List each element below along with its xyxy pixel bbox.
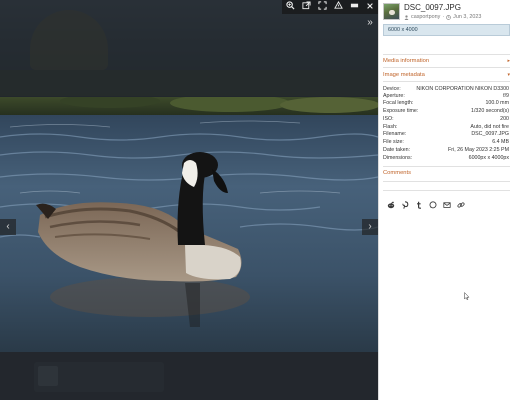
email-share-button[interactable] [442,201,451,210]
divider [383,166,510,167]
tag-icon [333,0,343,9]
reddit-share-button[interactable] [386,201,395,210]
media-information-toggle[interactable]: Media information ▸ [383,56,510,66]
media-thumbnail[interactable] [383,3,400,20]
share-buttons [386,201,465,210]
metadata-label: Date taken: [383,147,411,153]
metadata-label: Aperture: [383,93,405,99]
metadata-row: Focal length: 100.0 mm [383,100,509,107]
metadata-label: Focal length: [383,100,414,106]
metadata-row: Exposure time: 1/320 second(s) [383,108,509,115]
section-label: Comments [383,170,412,176]
image-metadata-toggle[interactable]: Image metadata ▾ [383,70,510,80]
media-title[interactable]: DSC_0097.JPG [404,3,461,12]
divider [383,54,510,55]
metadata-row: Date taken: Fri, 26 May 2023 2:25 PM [383,147,509,154]
comments-section[interactable]: Comments [383,168,510,178]
external-link-icon [301,1,311,10]
metadata-row: Flash: Auto, did not fire [383,124,509,131]
metadata-label: ISO: [383,116,394,122]
zoom-in-icon [285,1,295,10]
reddit-icon [387,201,394,209]
goose-photo [0,97,378,352]
media-author[interactable]: casportpony [411,14,440,20]
metadata-value: 6000px x 4000px [468,155,509,161]
metadata-value: 6.4 MB [492,139,509,145]
metadata-value: DSC_0097.JPG [471,131,509,137]
media-date: Jun 3, 2023 [453,14,482,20]
caret-right-icon: ▸ [507,58,510,64]
metadata-row: ISO: 200 [383,116,509,123]
tumblr-share-button[interactable] [414,201,423,210]
fullscreen-icon [317,1,327,10]
metadata-label: Filename: [383,131,407,137]
copy-link-button[interactable] [456,201,465,210]
media-byline: casportpony · Jun 3, 2023 [404,14,481,20]
metadata-value: NIKON CORPORATION NIKON D3300 [416,86,509,92]
link-icon [456,202,465,208]
pinterest-share-button[interactable] [400,201,409,210]
toggle-sidebar-button[interactable]: » [364,17,376,29]
divider [383,81,510,82]
tag-button[interactable] [330,0,346,14]
metadata-value: f/9 [503,93,509,99]
caret-down-icon: ▾ [507,72,510,78]
fullscreen-button[interactable] [314,0,330,14]
metadata-row: Filename: DSC_0097.JPG [383,131,509,138]
media-description: 6000 x 4000 [383,24,510,36]
metadata-value: 100.0 mm [485,100,509,106]
metadata-value: Auto, did not fire [470,124,509,130]
mouse-cursor-icon [464,292,470,300]
whatsapp-share-button[interactable] [428,201,437,210]
section-label: Media information [383,58,430,64]
close-icon [367,3,373,9]
lightbox-image[interactable] [0,97,378,352]
metadata-label: Device: [383,86,401,92]
whatsapp-icon [429,201,436,209]
menu-icon [350,3,358,8]
metadata-row: Aperture: f/9 [383,93,509,100]
metadata-label: Dimensions: [383,155,413,161]
metadata-row: Dimensions: 6000px x 4000px [383,155,509,162]
user-icon [404,14,409,20]
clock-icon [446,14,451,20]
metadata-label: Exposure time: [383,108,419,114]
divider [383,190,510,191]
metadata-label: Flash: [383,124,398,130]
section-label: Image metadata [383,72,425,78]
zoom-button[interactable] [282,0,298,14]
menu-button[interactable] [346,0,362,14]
chevron-left-icon: ‹ [6,221,10,232]
metadata-row: Device: NIKON CORPORATION NIKON D3300 [383,86,509,93]
chevron-right-icon: › [368,221,372,232]
byline-separator: · [442,14,445,20]
tumblr-icon [416,201,421,209]
metadata-value: 200 [500,116,509,122]
pinterest-icon [401,201,408,209]
double-chevron-right-icon: » [367,17,373,28]
metadata-label: File size: [383,139,404,145]
email-icon [442,202,451,208]
next-image-button[interactable]: › [362,219,378,235]
media-sidebar: DSC_0097.JPG casportpony · Jun 3, 2023 6… [378,0,513,400]
open-original-button[interactable] [298,0,314,14]
divider [383,67,510,68]
media-header: DSC_0097.JPG casportpony · Jun 3, 2023 [383,3,511,21]
metadata-value: Fri, 26 May 2023 2:25 PM [448,147,509,153]
lightbox-toolbar [282,0,378,14]
previous-image-button[interactable]: ‹ [0,219,16,235]
divider [383,181,510,182]
close-button[interactable] [362,0,378,14]
metadata-row: File size: 6.4 MB [383,139,509,146]
metadata-value: 1/320 second(s) [471,108,509,114]
